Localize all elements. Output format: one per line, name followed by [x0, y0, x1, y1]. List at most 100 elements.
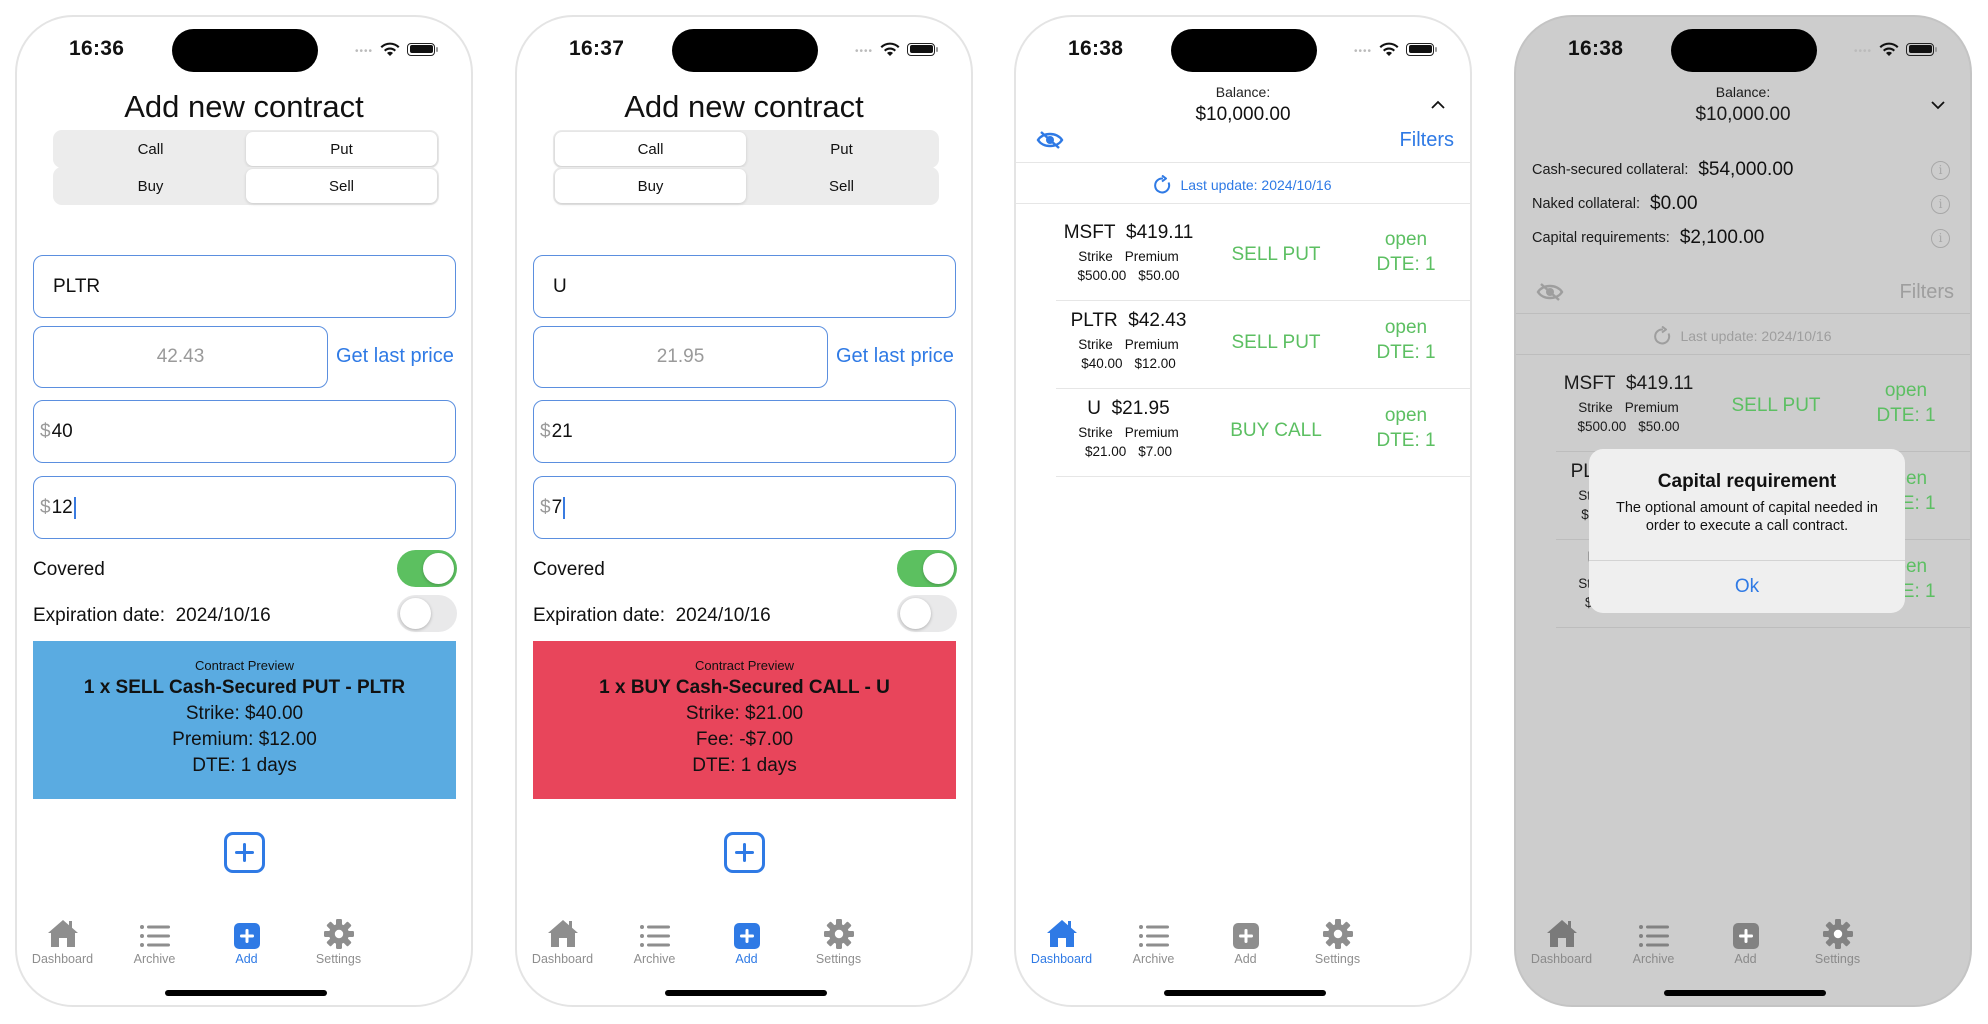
add-contract-button[interactable]: [224, 832, 265, 873]
segment-buy[interactable]: Buy: [555, 169, 746, 203]
phone-add-contract-put: 16:36 •••• Add new contract Call Put Buy S…: [15, 15, 473, 1007]
strike-input[interactable]: $ 21: [533, 400, 956, 463]
chevron-up-icon[interactable]: [1430, 97, 1446, 113]
last-update[interactable]: Last update: 2024/10/16: [1516, 326, 1970, 346]
hide-values-icon[interactable]: [1536, 282, 1564, 302]
last-update[interactable]: Last update: 2024/10/16: [1016, 175, 1470, 195]
refresh-icon[interactable]: [1154, 175, 1172, 195]
currency-prefix: $: [540, 496, 551, 518]
segment-put[interactable]: Put: [246, 132, 437, 166]
contract-action: SELL PUT: [1231, 332, 1321, 353]
dynamic-island: [1671, 29, 1817, 72]
collateral-label: Naked collateral:: [1532, 196, 1640, 212]
add-contract-button[interactable]: [724, 832, 765, 873]
side-segmented-control[interactable]: Buy Sell: [53, 167, 439, 205]
balance-label: Balance:: [1715, 84, 1771, 100]
segment-sell[interactable]: Sell: [246, 169, 437, 203]
wifi-icon: [1879, 42, 1899, 56]
contract-row[interactable]: PLTR $42.43 StrikePremium $40.00$12.00 S…: [1056, 300, 1470, 388]
divider: [1516, 354, 1970, 355]
ticker-value: PLTR: [53, 275, 101, 297]
filters-button[interactable]: Filters: [1900, 281, 1954, 304]
capital-requirement-alert: Capital requirement The optional amount …: [1589, 449, 1905, 613]
side-segmented-control[interactable]: Buy Sell: [553, 167, 939, 205]
cellular-signal-icon: ••••: [854, 45, 873, 57]
status-icons: ••••: [1854, 41, 1937, 57]
tab-settings[interactable]: Settings: [1780, 915, 1895, 966]
get-last-price-button[interactable]: Get last price: [336, 345, 454, 368]
segment-put[interactable]: Put: [746, 132, 937, 166]
wifi-icon: [1379, 42, 1399, 56]
phone-add-contract-call: 16:37 •••• Add new contract Call Put Buy S…: [515, 15, 973, 1007]
wifi-icon: [380, 42, 400, 56]
contract-row[interactable]: U $21.95 StrikePremium $21.00$7.00 BUY C…: [1056, 388, 1470, 476]
currency-prefix: $: [40, 420, 51, 442]
expiration-row: Expiration date: 2024/10/16: [533, 605, 771, 627]
cellular-signal-icon: ••••: [1353, 45, 1372, 57]
preview-dte: DTE: 1 days: [692, 755, 797, 776]
get-last-price-button[interactable]: Get last price: [836, 345, 954, 368]
chevron-down-icon[interactable]: [1930, 97, 1946, 113]
segment-call[interactable]: Call: [55, 132, 246, 166]
ticker-input[interactable]: U: [533, 255, 956, 318]
segment-sell[interactable]: Sell: [746, 169, 937, 203]
expiration-date[interactable]: 2024/10/16: [676, 605, 771, 626]
battery-icon: [1906, 42, 1937, 56]
hide-values-icon[interactable]: [1036, 130, 1064, 150]
expiration-toggle[interactable]: [397, 595, 457, 632]
home-indicator[interactable]: [665, 990, 827, 996]
row-divider: [1056, 476, 1470, 477]
expiration-label: Expiration date:: [533, 605, 666, 626]
info-icon[interactable]: i: [1931, 160, 1950, 180]
home-indicator[interactable]: [1664, 990, 1826, 996]
covered-toggle[interactable]: [897, 550, 957, 587]
divider: [1016, 162, 1470, 163]
segment-buy[interactable]: Buy: [55, 169, 246, 203]
preview-strike: Strike: $21.00: [685, 703, 804, 724]
currency-prefix: $: [540, 420, 551, 442]
contract-labels: StrikePremium: [1578, 400, 1679, 415]
contract-values: $21.00$7.00: [1084, 444, 1173, 459]
wifi-icon: [880, 42, 900, 56]
home-indicator[interactable]: [165, 990, 327, 996]
filters-button[interactable]: Filters: [1400, 129, 1454, 152]
info-icon[interactable]: i: [1931, 194, 1950, 214]
premium-input[interactable]: $ 12: [33, 476, 456, 539]
contract-row[interactable]: MSFT $419.11 Strike Premium $500.00 $50.00…: [1556, 363, 1970, 451]
ticker-input[interactable]: PLTR: [33, 255, 456, 318]
preview-dte: DTE: 1 days: [192, 755, 297, 776]
contract-action: SELL PUT: [1231, 244, 1321, 265]
battery-icon: [1406, 42, 1437, 56]
strike-input[interactable]: $ 40: [33, 400, 456, 463]
premium-value: 7: [551, 496, 563, 518]
tab-settings[interactable]: Settings: [281, 915, 396, 966]
covered-toggle[interactable]: [397, 550, 457, 587]
tab-settings[interactable]: Settings: [1280, 915, 1395, 966]
balance-value: $10,000.00: [1195, 104, 1291, 125]
tab-settings[interactable]: Settings: [781, 915, 896, 966]
expiration-toggle[interactable]: [897, 595, 957, 632]
home-indicator[interactable]: [1164, 990, 1326, 996]
preview-strike: Strike: $40.00: [185, 703, 304, 724]
premium-input[interactable]: $ 7: [533, 476, 956, 539]
expiration-label: Expiration date:: [33, 605, 166, 626]
segment-call[interactable]: Call: [555, 132, 746, 166]
info-icon[interactable]: i: [1931, 228, 1950, 248]
phone-dashboard-alert: 16:38 •••• Balance: $10,000.00 Cash-secu…: [1514, 15, 1972, 1007]
contract-status: open DTE: 1: [1876, 380, 1936, 426]
status-time: 16:38: [1568, 37, 1624, 60]
page-title: Add new contract: [624, 89, 864, 124]
contract-ticker-price: U $21.95: [1087, 398, 1170, 419]
phone-dashboard: 16:38 •••• Balance: $10,000.00 Filters L…: [1014, 15, 1472, 1007]
option-type-segmented-control[interactable]: Call Put: [553, 130, 939, 168]
contract-row[interactable]: MSFT $419.11 Strike Premium $500.00 $50.00…: [1056, 212, 1470, 300]
last-price-field[interactable]: 42.43: [33, 326, 328, 388]
covered-label: Covered: [33, 559, 105, 580]
last-price-field[interactable]: 21.95: [533, 326, 828, 388]
refresh-icon[interactable]: [1654, 326, 1672, 346]
collateral-value: $0.00: [1650, 193, 1698, 214]
alert-ok-button[interactable]: Ok: [1589, 561, 1905, 613]
contract-labels: StrikePremium: [1078, 425, 1179, 440]
expiration-date[interactable]: 2024/10/16: [176, 605, 271, 626]
option-type-segmented-control[interactable]: Call Put: [53, 130, 439, 168]
